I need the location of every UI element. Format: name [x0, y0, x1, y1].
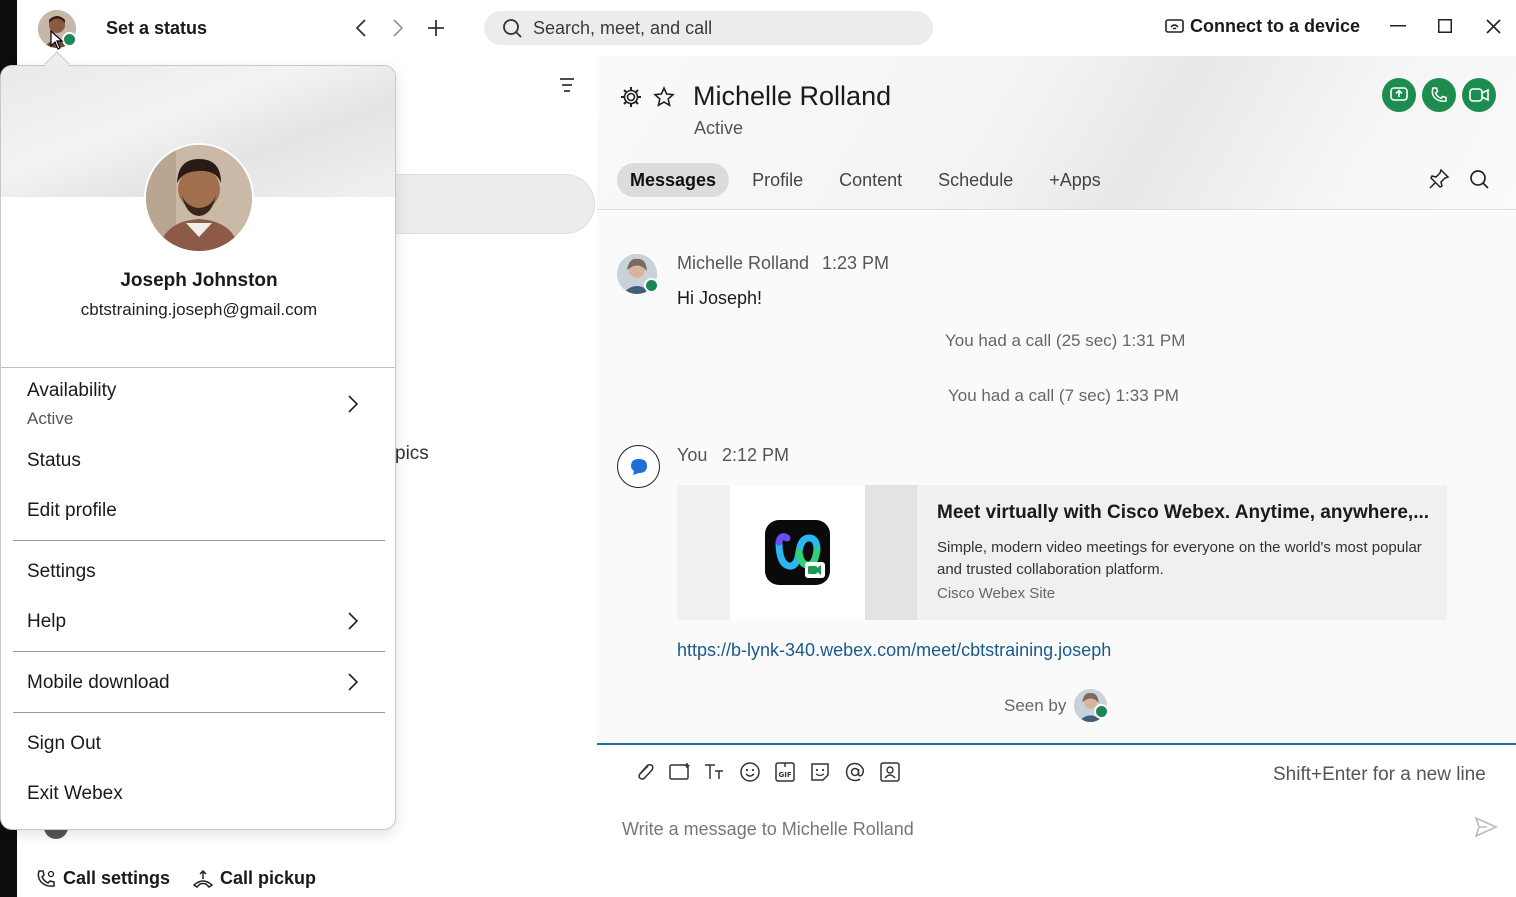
menu-item-exit[interactable]: Exit Webex	[27, 783, 123, 805]
sticker-icon[interactable]	[808, 760, 832, 784]
availability-value: Active	[27, 409, 74, 428]
profile-email: cbtstraining.joseph@gmail.com	[80, 300, 318, 319]
seen-by-label: Seen by	[1004, 696, 1067, 715]
link-preview-title: Meet virtually with Cisco Webex. Anytime…	[937, 502, 1430, 523]
message-text: Hi Joseph!	[677, 288, 763, 308]
meeting-link[interactable]: https://b-lynk-340.webex.com/meet/cbtstr…	[677, 640, 1111, 661]
composer-hint: Shift+Enter for a new line	[1273, 764, 1486, 785]
chevron-right-icon	[348, 673, 359, 691]
mention-icon[interactable]	[843, 760, 867, 784]
contact-name: Michelle Rolland	[693, 81, 892, 111]
tab-profile[interactable]: Profile	[739, 163, 816, 197]
audio-call-button[interactable]	[1422, 78, 1456, 112]
chevron-right-icon	[348, 395, 359, 413]
my-message-avatar	[617, 445, 660, 488]
star-icon[interactable]	[653, 86, 675, 108]
gif-icon[interactable]: GIF	[773, 760, 797, 784]
menu-divider	[13, 651, 385, 652]
contact-status: Active	[694, 118, 744, 138]
message-input[interactable]	[622, 815, 1462, 843]
menu-item-mobile-download[interactable]: Mobile download	[27, 672, 170, 694]
message-sender: You	[677, 445, 708, 465]
menu-item-help[interactable]: Help	[27, 611, 66, 633]
pin-icon[interactable]	[1428, 168, 1450, 190]
search-messages-icon[interactable]	[1468, 168, 1490, 190]
link-preview-site: Cisco Webex Site	[937, 585, 1056, 602]
attach-icon[interactable]	[633, 760, 657, 784]
link-preview-description: Simple, modern video meetings for everyo…	[937, 539, 1422, 578]
maximize-icon[interactable]	[1433, 14, 1457, 38]
video-camera-icon	[1469, 88, 1489, 102]
call-settings-button[interactable]: Call settings	[36, 868, 170, 889]
set-status-button[interactable]: Set a status	[106, 18, 207, 39]
tab-apps[interactable]: +Apps	[1036, 163, 1114, 197]
link-preview-spacer	[865, 485, 917, 620]
emoji-icon[interactable]	[738, 760, 762, 784]
menu-item-status[interactable]: Status	[27, 450, 81, 472]
filter-icon[interactable]	[557, 76, 577, 94]
message-time: 1:23 PM	[822, 253, 890, 273]
tab-content[interactable]: Content	[826, 163, 915, 197]
connect-device-label: Connect to a device	[1190, 16, 1361, 36]
search-bar[interactable]: Search, meet, and call	[484, 11, 933, 45]
sidebar-partial-label: pics	[395, 443, 429, 464]
chat-tabs: Messages Profile Content Schedule +Apps	[617, 163, 1124, 197]
chevron-right-icon	[348, 612, 359, 630]
contact-card-icon[interactable]	[878, 760, 902, 784]
send-icon[interactable]	[1474, 816, 1498, 838]
call-pickup-button[interactable]: Call pickup	[193, 868, 316, 889]
call-pickup-label: Call pickup	[220, 868, 317, 888]
svg-text:GIF: GIF	[779, 771, 792, 779]
call-event: You had a call (7 sec) 1:33 PM	[948, 386, 1179, 405]
text-format-icon[interactable]	[703, 760, 727, 784]
michelle-presence-dot	[644, 278, 659, 293]
menu-item-settings[interactable]: Settings	[27, 561, 96, 583]
tab-messages[interactable]: Messages	[617, 163, 730, 197]
menu-item-edit-profile[interactable]: Edit profile	[27, 500, 117, 522]
menu-divider	[13, 540, 385, 541]
menu-item-sign-out[interactable]: Sign Out	[27, 733, 101, 755]
gear-icon[interactable]	[620, 86, 642, 108]
connect-device-button[interactable]: Connect to a device	[1165, 16, 1360, 37]
screen-capture-icon[interactable]	[668, 760, 692, 784]
chat-bubble-icon	[630, 458, 647, 475]
video-call-button[interactable]	[1462, 78, 1496, 112]
seen-by-presence-dot	[1094, 704, 1109, 719]
mouse-cursor-icon	[50, 30, 64, 50]
message-sender: Michelle Rolland	[677, 253, 810, 273]
phone-icon	[1431, 87, 1447, 102]
plus-icon[interactable]	[424, 16, 448, 40]
composer-toolbar: GIF	[633, 760, 902, 784]
message-time: 2:12 PM	[722, 445, 790, 465]
phone-gear-icon	[37, 869, 55, 887]
share-screen-button[interactable]	[1382, 78, 1416, 112]
back-icon[interactable]	[349, 16, 373, 40]
menu-divider	[13, 712, 385, 713]
search-icon	[503, 19, 522, 38]
webex-logo-icon	[765, 520, 830, 585]
share-screen-icon	[1390, 87, 1408, 101]
profile-photo[interactable]	[144, 143, 254, 253]
device-icon	[1165, 18, 1184, 33]
my-presence-dot	[62, 32, 77, 47]
call-event: You had a call (25 sec) 1:31 PM	[945, 331, 1186, 350]
forward-icon[interactable]	[386, 16, 410, 40]
profile-menu: Joseph Johnston cbtstraining.joseph@gmai…	[0, 65, 396, 830]
menu-divider	[1, 367, 395, 368]
tab-schedule[interactable]: Schedule	[925, 163, 1026, 197]
close-icon[interactable]	[1481, 14, 1505, 38]
menu-item-availability[interactable]: Availability	[27, 380, 116, 402]
profile-name: Joseph Johnston	[120, 270, 278, 291]
call-pickup-icon	[193, 869, 213, 888]
call-settings-label: Call settings	[63, 868, 171, 888]
search-placeholder: Search, meet, and call	[533, 17, 713, 38]
minimize-icon[interactable]	[1386, 14, 1410, 38]
